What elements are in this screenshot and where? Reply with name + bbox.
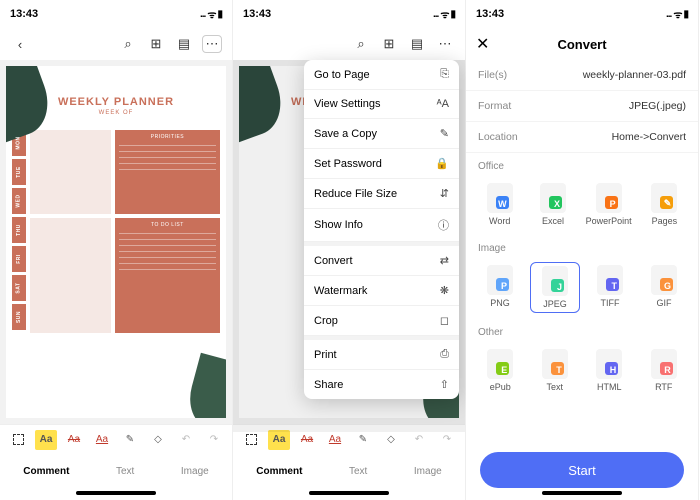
menu-item-go-to-page[interactable]: Go to Page⎘ xyxy=(304,60,459,90)
back-icon[interactable]: ‹ xyxy=(10,34,30,54)
watermark-icon: ❋ xyxy=(440,284,449,297)
menu-item-show-info[interactable]: Show Infoⓘ xyxy=(304,209,459,242)
format-html[interactable]: HHTML xyxy=(585,346,634,395)
start-button[interactable]: Start xyxy=(480,452,684,488)
grid-icon[interactable]: ⊞ xyxy=(379,34,399,54)
page-title: Convert xyxy=(466,37,698,52)
page-icon[interactable]: ▤ xyxy=(174,34,194,54)
menu-item-save-a-copy[interactable]: Save a Copy✎ xyxy=(304,119,459,149)
redo-icon[interactable]: ↷ xyxy=(203,430,225,450)
view-settings-icon: ᴬA xyxy=(437,98,449,110)
pen-tool[interactable]: ✎ xyxy=(119,430,141,450)
tab-comment[interactable]: Comment xyxy=(23,466,69,477)
format-pages[interactable]: ✎Pages xyxy=(641,180,688,229)
section-office: Office xyxy=(466,153,698,176)
reduce-file-size-icon: ⇵ xyxy=(440,187,449,200)
status-bar: 13:43 ...ᯤ▮ xyxy=(233,0,465,28)
redo-icon[interactable]: ↷ xyxy=(436,430,458,450)
status-bar: 13:43 ...ᯤ▮ xyxy=(466,0,698,28)
menu-item-share[interactable]: Share⇧ xyxy=(304,370,459,399)
tab-comment[interactable]: Comment xyxy=(256,466,302,477)
menu-item-watermark[interactable]: Watermark❋ xyxy=(304,276,459,306)
search-icon[interactable]: ⌕ xyxy=(351,34,371,54)
set-password-icon: 🔒 xyxy=(435,157,449,170)
pen-tool[interactable]: ✎ xyxy=(352,430,374,450)
top-bar: ⌕ ⊞ ▤ ⋯ xyxy=(233,28,465,60)
format-text[interactable]: TText xyxy=(531,346,580,395)
file-row: File(s) weekly-planner-03.pdf xyxy=(466,60,698,91)
more-icon[interactable]: ⋯ xyxy=(202,35,222,53)
menu-item-crop[interactable]: Crop◻ xyxy=(304,306,459,336)
format-word[interactable]: WWord xyxy=(476,180,523,229)
format-png[interactable]: PPNG xyxy=(476,262,524,313)
menu-item-print[interactable]: Print⎙ xyxy=(304,340,459,370)
format-rtf[interactable]: RRTF xyxy=(640,346,689,395)
strike-tool[interactable]: Aa xyxy=(63,430,85,450)
status-icons: ...ᯤ▮ xyxy=(200,7,222,21)
status-bar: 13:43 ...ᯤ▮ xyxy=(0,0,232,28)
format-row[interactable]: Format JPEG(.jpeg) xyxy=(466,91,698,122)
search-icon[interactable]: ⌕ xyxy=(118,34,138,54)
underline-tool[interactable]: Aa xyxy=(91,430,113,450)
tab-image[interactable]: Image xyxy=(414,466,442,477)
section-image: Image xyxy=(466,235,698,258)
more-icon[interactable]: ⋯ xyxy=(435,34,455,54)
close-icon[interactable]: ✕ xyxy=(476,34,489,54)
grid-icon[interactable]: ⊞ xyxy=(146,34,166,54)
section-other: Other xyxy=(466,319,698,342)
save-a-copy-icon: ✎ xyxy=(440,127,449,140)
underline-tool[interactable]: Aa xyxy=(324,430,346,450)
select-rect-icon[interactable] xyxy=(7,430,29,450)
page-icon[interactable]: ▤ xyxy=(407,34,427,54)
menu-item-convert[interactable]: Convert⇄ xyxy=(304,246,459,276)
home-indicator xyxy=(76,491,156,495)
strike-tool[interactable]: Aa xyxy=(296,430,318,450)
eraser-tool[interactable]: ◇ xyxy=(380,430,402,450)
status-time: 13:43 xyxy=(10,8,38,20)
location-row[interactable]: Location Home->Convert xyxy=(466,122,698,153)
print-icon: ⎙ xyxy=(440,348,449,361)
tab-text[interactable]: Text xyxy=(349,466,367,477)
menu-item-view-settings[interactable]: View SettingsᴬA xyxy=(304,90,459,119)
go-to-page-icon: ⎘ xyxy=(440,68,449,81)
annotation-toolbar: Aa Aa Aa ✎ ◇ ↶ ↷ xyxy=(0,424,232,454)
more-menu: Go to Page⎘View SettingsᴬASave a Copy✎Se… xyxy=(304,60,459,399)
select-rect-icon[interactable] xyxy=(240,430,262,450)
format-excel[interactable]: XExcel xyxy=(529,180,576,229)
menu-item-reduce-file-size[interactable]: Reduce File Size⇵ xyxy=(304,179,459,209)
tab-image[interactable]: Image xyxy=(181,466,209,477)
undo-icon[interactable]: ↶ xyxy=(175,430,197,450)
bottom-tabs: Comment Text Image xyxy=(0,454,232,488)
crop-icon: ◻ xyxy=(440,314,449,327)
eraser-tool[interactable]: ◇ xyxy=(147,430,169,450)
format-jpeg[interactable]: JJPEG xyxy=(530,262,580,313)
menu-item-set-password[interactable]: Set Password🔒 xyxy=(304,149,459,179)
format-epub[interactable]: EePub xyxy=(476,346,525,395)
undo-icon[interactable]: ↶ xyxy=(408,430,430,450)
highlight-tool[interactable]: Aa xyxy=(268,430,290,450)
document-area[interactable]: WEEKLY PLANNER WEEK OF MON TUE WED THU F… xyxy=(0,60,232,424)
leaf-decoration xyxy=(183,353,226,418)
convert-icon: ⇄ xyxy=(440,254,449,267)
tab-text[interactable]: Text xyxy=(116,466,134,477)
format-gif[interactable]: GGIF xyxy=(640,262,688,313)
top-bar: ‹ ⌕ ⊞ ▤ ⋯ xyxy=(0,28,232,60)
format-powerpoint[interactable]: PPowerPoint xyxy=(583,180,635,229)
show-info-icon: ⓘ xyxy=(438,217,449,233)
highlight-tool[interactable]: Aa xyxy=(35,430,57,450)
format-tiff[interactable]: TTIFF xyxy=(586,262,634,313)
share-icon: ⇧ xyxy=(440,378,449,391)
